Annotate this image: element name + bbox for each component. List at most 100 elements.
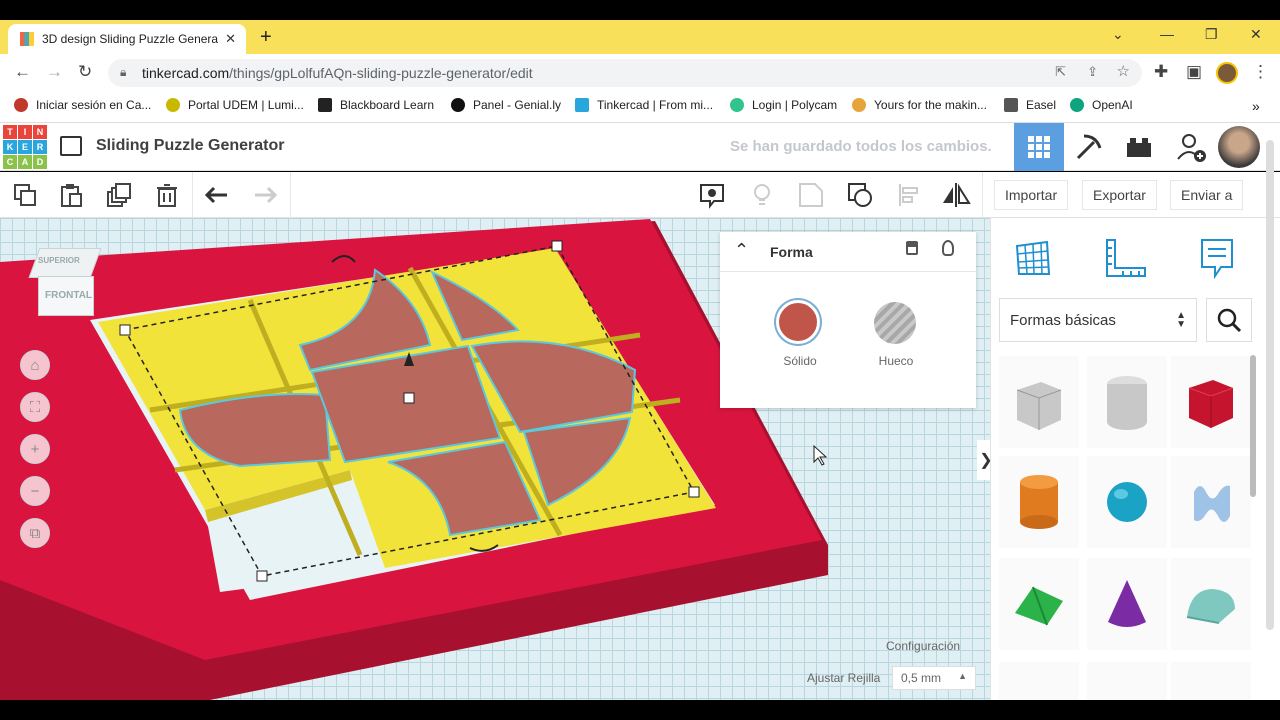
paste-tool[interactable] [56, 180, 86, 210]
share-icon[interactable]: ⇪ [1087, 64, 1098, 80]
caret-up-icon: ▲ [958, 671, 967, 681]
forward-icon[interactable]: → [46, 62, 63, 82]
3d-design-view-button[interactable] [1014, 123, 1064, 171]
zoom-out-button[interactable]: − [20, 476, 50, 506]
minimize-icon[interactable]: — [1160, 26, 1174, 42]
tab-search-icon[interactable]: ⌄ [1112, 26, 1124, 43]
shape-more[interactable] [999, 662, 1079, 700]
shape-library-select[interactable]: Formas básicas ▲ ▼ [999, 298, 1197, 342]
bookmark-item[interactable]: Blackboard Learn [318, 98, 434, 112]
notes-tab[interactable] [1193, 234, 1241, 282]
bookmark-item[interactable]: Login | Polycam [730, 98, 837, 112]
minecraft-view-button[interactable] [1064, 123, 1114, 171]
delete-tool[interactable] [152, 180, 182, 210]
bookmark-item[interactable]: Panel - Genial.ly [451, 98, 561, 112]
sidebar-scrollbar[interactable] [1250, 355, 1256, 497]
tinkercad-logo[interactable]: TIN KER CAD [3, 125, 47, 169]
resize-handle[interactable] [256, 570, 268, 582]
shape-more[interactable] [1171, 662, 1251, 700]
shape-search-button[interactable] [1206, 298, 1252, 342]
bookmark-label: Login | Polycam [752, 98, 838, 112]
perspective-button[interactable]: ⧉ [20, 518, 50, 548]
undo-tool[interactable] [202, 180, 232, 210]
url-host: tinkercad.com [142, 65, 230, 81]
bookmark-item[interactable]: Yours for the makin... [852, 98, 987, 112]
shape-cone[interactable] [1087, 558, 1167, 650]
duplicate-tool[interactable] [104, 180, 134, 210]
bookmark-item[interactable]: Tinkercad | From mi... [575, 98, 713, 112]
resize-handle[interactable] [551, 240, 563, 252]
home-view-button[interactable]: ⌂ [20, 350, 50, 380]
bookmark-item[interactable]: OpenAI [1070, 98, 1133, 112]
design-title[interactable]: Sliding Puzzle Generator [96, 137, 284, 155]
shape-sphere[interactable] [1087, 456, 1167, 548]
shape-scribble[interactable] [1171, 456, 1251, 548]
brick-view-button[interactable] [1114, 123, 1164, 171]
close-tab-icon[interactable]: ✕ [225, 31, 236, 47]
shape-roof[interactable] [999, 558, 1079, 650]
ungroup-tool[interactable] [845, 180, 875, 210]
view-cube[interactable]: SUPERIOR FRONTAL [28, 244, 102, 320]
bookmark-item[interactable]: Iniciar sesión en Ca... [14, 98, 151, 112]
design-menu-icon[interactable] [60, 136, 82, 156]
search-icon [1217, 308, 1242, 333]
send-to-button[interactable]: Enviar a [1170, 180, 1244, 210]
note-comment-icon [1201, 239, 1233, 279]
add-user-button[interactable] [1166, 123, 1216, 171]
open-in-app-icon[interactable]: ⇱ [1055, 64, 1066, 80]
show-all-tool[interactable] [747, 180, 777, 210]
resize-handle[interactable] [688, 486, 700, 498]
shape-box[interactable] [1171, 356, 1251, 448]
close-window-icon[interactable]: ✕ [1250, 26, 1262, 43]
fit-view-button[interactable]: ⛶ [20, 392, 50, 422]
bookmark-item[interactable]: Easel [1004, 98, 1056, 112]
browser-menu-icon[interactable]: ⋮ [1252, 62, 1269, 82]
sidebar-icon[interactable]: ▣ [1186, 62, 1202, 82]
ruler-icon [1106, 239, 1146, 277]
toolbar-divider [290, 172, 291, 218]
notes-tool[interactable] [697, 180, 727, 210]
browser-tab[interactable]: 3D design Sliding Puzzle Generat ✕ [8, 24, 246, 54]
settings-link[interactable]: Configuración [886, 639, 960, 653]
back-icon[interactable]: ← [14, 62, 31, 82]
zoom-in-button[interactable]: + [20, 434, 50, 464]
center-handle[interactable] [403, 392, 415, 404]
pickaxe-icon [1076, 134, 1102, 160]
address-bar[interactable]: 🔒︎ tinkercad.com /things/gpLolfufAQn-sli… [108, 59, 1142, 87]
url-path: /things/gpLolfufAQn-sliding-puzzle-gener… [229, 65, 533, 81]
reload-icon[interactable]: ↻ [78, 62, 92, 82]
export-button[interactable]: Exportar [1082, 180, 1157, 210]
shape-cylinder-hole[interactable] [1087, 356, 1167, 448]
page-scrollbar[interactable] [1266, 140, 1274, 630]
bookmark-item[interactable]: Portal UDEM | Lumi... [166, 98, 304, 112]
shape-round-roof[interactable] [1171, 558, 1251, 650]
snap-grid-label: Ajustar Rejilla [807, 671, 881, 685]
shape-more[interactable] [1087, 662, 1167, 700]
shape-cylinder[interactable] [999, 456, 1079, 548]
lock-icon[interactable] [906, 241, 918, 255]
shape-box-hole[interactable] [999, 356, 1079, 448]
copy-tool[interactable] [10, 180, 40, 210]
new-tab-icon[interactable]: + [260, 26, 272, 49]
bookmark-star-icon[interactable]: ☆ [1117, 62, 1130, 80]
resize-handle[interactable] [119, 324, 131, 336]
tinkercad-favicon-icon [20, 32, 34, 46]
lightbulb-icon[interactable] [942, 240, 954, 256]
ruler-tab[interactable] [1101, 234, 1149, 282]
collapse-chevron-icon[interactable]: ⌃ [734, 240, 749, 261]
more-bookmarks-icon[interactable]: » [1252, 98, 1260, 114]
redo-tool[interactable] [250, 180, 280, 210]
extensions-icon[interactable]: ✚ [1154, 62, 1168, 82]
solid-color-swatch[interactable] [776, 300, 820, 344]
align-tool[interactable] [894, 180, 924, 210]
user-avatar[interactable] [1218, 126, 1260, 168]
profile-avatar[interactable] [1216, 62, 1238, 84]
workplane-tab[interactable] [1009, 234, 1057, 282]
hole-swatch[interactable] [874, 302, 916, 344]
group-tool[interactable] [796, 180, 826, 210]
import-button[interactable]: Importar [994, 180, 1069, 210]
mirror-tool[interactable] [941, 180, 971, 210]
zoom-in-icon: + [30, 440, 40, 458]
snap-grid-select[interactable]: 0,5 mm ▲ [892, 666, 976, 690]
restore-icon[interactable]: ❐ [1205, 26, 1218, 43]
